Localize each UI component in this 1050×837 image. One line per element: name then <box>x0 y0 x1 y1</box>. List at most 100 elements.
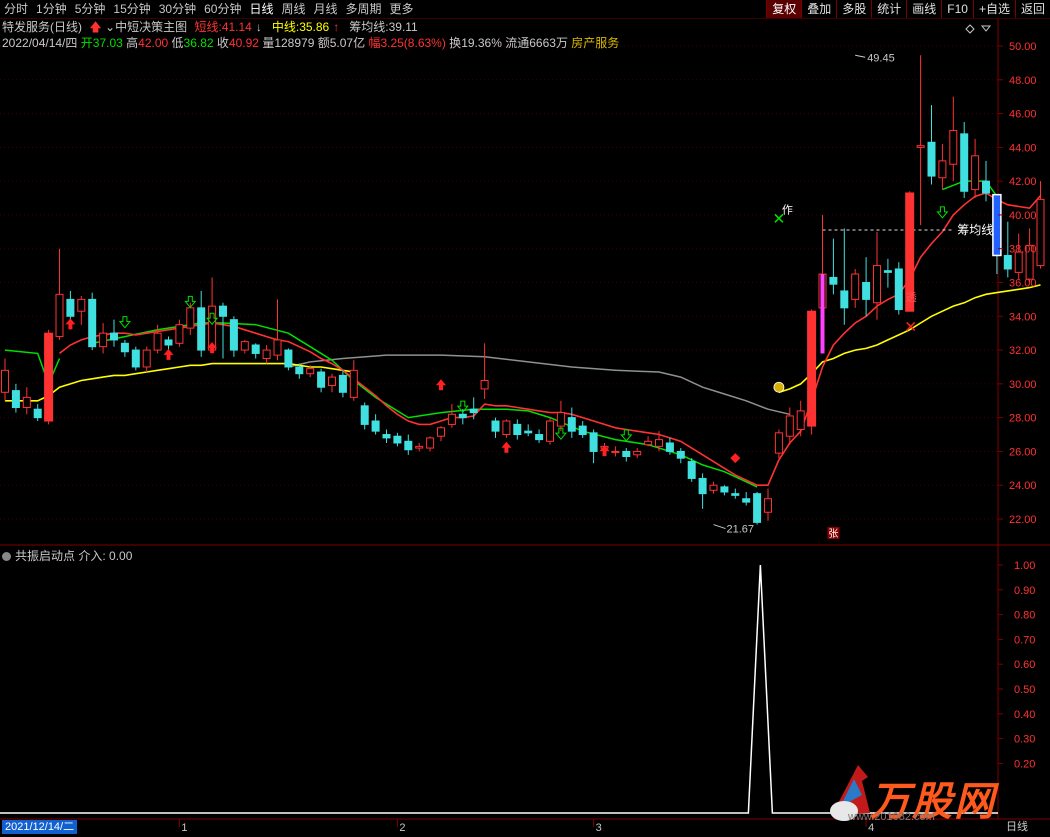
y-tick-label: 38.00 <box>1009 244 1037 256</box>
tou-label: 透 <box>906 291 917 304</box>
candle-up <box>709 484 718 491</box>
low-label: 低 <box>171 36 184 50</box>
candle-down <box>753 493 762 523</box>
candle-up <box>99 332 108 348</box>
quote-date: 2022/04/14/四 <box>2 36 78 50</box>
amount-value: 5.07亿 <box>329 36 366 50</box>
tab-2[interactable]: 5分钟 <box>71 0 110 18</box>
watermark: 万股网 www.201082.com <box>818 755 1033 830</box>
signal-bar-magenta <box>820 274 825 354</box>
candle-down <box>371 420 380 432</box>
candle-down <box>295 366 304 375</box>
sub-y-tick-label: 0.60 <box>1014 659 1035 671</box>
candle-up <box>175 324 184 344</box>
buy-arrow-icon <box>436 379 446 391</box>
trend-green-line-b <box>92 322 758 488</box>
candle-up <box>611 450 620 453</box>
candle-up <box>764 498 772 513</box>
toolbar-right-buttons: 复权 叠加 多股 统计 画线 F10 +自选 返回 <box>766 0 1050 18</box>
candle-down <box>382 434 391 439</box>
candle-down <box>829 276 838 285</box>
short-line-label: 短线: <box>194 20 222 34</box>
candle-up <box>949 129 958 165</box>
zhang-label: 张 <box>828 528 838 540</box>
mid-line-label: 中线: <box>271 20 300 34</box>
candle-up <box>774 432 783 454</box>
sub-y-tick-label: 0.50 <box>1014 684 1035 696</box>
tab-9[interactable]: 多周期 <box>342 0 386 18</box>
sub-indicator-name[interactable]: 共振启动点 <box>15 549 75 563</box>
low-mark-line <box>713 524 726 530</box>
candle-down <box>131 349 140 368</box>
tab-4[interactable]: 30分钟 <box>155 0 200 18</box>
tab-5[interactable]: 60分钟 <box>200 0 245 18</box>
candle-down <box>110 332 118 341</box>
candle-up <box>480 379 489 390</box>
up-arrow-icon-2: ↑ <box>333 20 340 34</box>
amount-label: 额 <box>317 36 330 50</box>
diamond-outline-icon <box>965 24 975 34</box>
candle-up <box>328 376 336 387</box>
diamond-signal-icon <box>730 453 741 464</box>
y-tick-label: 44.00 <box>1009 142 1037 154</box>
sector-link[interactable]: 房产服务 <box>571 36 619 50</box>
candle-up <box>437 427 445 437</box>
toolbar-button-4[interactable]: 画线 <box>906 0 941 18</box>
watermark-url: www.201082.com <box>848 811 935 823</box>
candle-down <box>284 349 293 368</box>
chart-grid <box>0 18 1050 820</box>
open-value: 37.03 <box>92 36 123 50</box>
period-tabs: 分时 1分钟 5分钟 15分钟 30分钟 60分钟 日线 周线 月线 多周期 更多 <box>0 0 418 18</box>
money-bag-icon <box>773 381 785 393</box>
toolbar-button-5[interactable]: F10 <box>941 0 973 18</box>
toolbar-button-7[interactable]: 返回 <box>1014 0 1050 18</box>
down-arrow-icon: ↓ <box>255 20 262 34</box>
toolbar-button-1[interactable]: 叠加 <box>801 0 836 18</box>
candle-down <box>742 498 751 503</box>
candle-down <box>66 298 75 317</box>
candle-up <box>55 293 64 338</box>
tab-0[interactable]: 分时 <box>0 0 32 18</box>
tab-10[interactable]: 更多 <box>386 0 418 18</box>
candle-up <box>349 369 358 398</box>
sub-y-tick-label: 0.90 <box>1014 585 1035 597</box>
tab-6[interactable]: 日线 <box>245 0 277 18</box>
dropdown-icon[interactable]: ⌄ <box>105 20 115 34</box>
tab-3[interactable]: 15分钟 <box>109 0 154 18</box>
candle-up <box>655 439 663 447</box>
indicator-menu-icon[interactable] <box>2 552 11 561</box>
sell-arrow-icon <box>620 429 633 442</box>
quote-line: 2022/04/14/四 开37.03 高42.00 低36.82 收40.92… <box>2 36 619 50</box>
change-value: 3.25(8.63%) <box>380 36 446 50</box>
toolbar-button-6[interactable]: +自选 <box>972 0 1015 18</box>
candle-down <box>687 461 696 479</box>
candle-down <box>731 493 740 496</box>
kline-chart[interactable]: 筹均线 作透张 49.45 21.67 50.00 48.00 46.00 44.00 42… <box>0 0 1050 837</box>
candle-down <box>219 305 227 317</box>
toolbar-button-3[interactable]: 统计 <box>871 0 906 18</box>
candle-down <box>513 423 522 436</box>
tab-7[interactable]: 周线 <box>277 0 309 18</box>
candle-down <box>676 450 685 459</box>
candle-up <box>44 332 54 422</box>
signal-bar-blue <box>992 193 1002 257</box>
triangle-down-icon <box>980 25 992 32</box>
high-label: 高 <box>126 36 139 50</box>
candlesticks <box>1 55 1045 525</box>
low-mark-label: 21.67 <box>727 524 755 536</box>
tab-1[interactable]: 1分钟 <box>32 0 71 18</box>
indicator-header: 特发服务(日线) 🡅 ⌄中短决策主图 短线:41.14 ↓ 中线:35.86 ↑ 筹… <box>2 20 418 34</box>
short-line-value: 41.14 <box>221 20 252 34</box>
candle-up <box>240 341 249 351</box>
candle-down <box>524 430 533 434</box>
tab-8[interactable]: 月线 <box>310 0 342 18</box>
indicator-name[interactable]: 中短决策主图 <box>115 20 187 34</box>
y-tick-label: 22.00 <box>1009 514 1037 526</box>
candle-up <box>153 332 162 351</box>
y-tick-label: 28.00 <box>1009 413 1037 425</box>
y-tick-label: 36.00 <box>1009 278 1037 290</box>
toolbar-button-2[interactable]: 多股 <box>836 0 871 18</box>
y-tick-label: 34.00 <box>1009 311 1037 323</box>
high-mark-label: 49.45 <box>867 52 895 64</box>
toolbar-button-0[interactable]: 复权 <box>766 0 802 18</box>
